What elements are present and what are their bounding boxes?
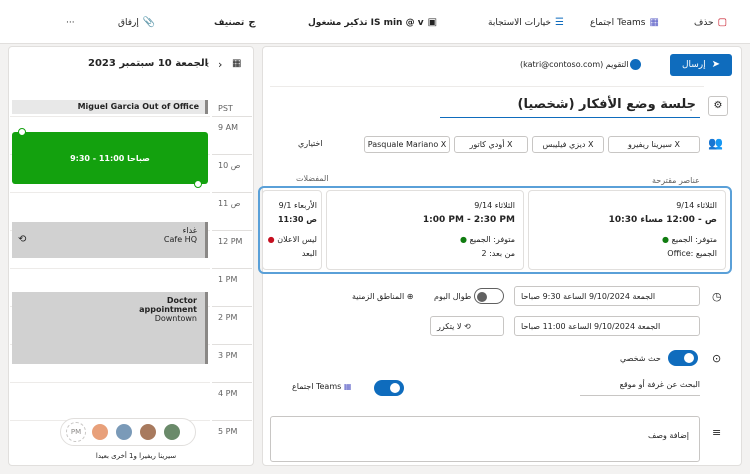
tag-icon: ج xyxy=(248,17,256,28)
paperclip-icon: 📎 xyxy=(142,17,156,28)
more-button[interactable]: ··· xyxy=(66,15,75,31)
reminder-button[interactable]: تذكير مشغول IS min @ v ▣ xyxy=(308,15,437,31)
clock-icon: ◷ xyxy=(712,290,722,303)
hour-label: 2 PM xyxy=(212,306,252,338)
avatar xyxy=(90,422,110,442)
repeat-icon: ⟲ xyxy=(18,234,27,245)
hour-label: 5 PM xyxy=(212,420,252,452)
room-search-input[interactable]: البحث عن غرفة أو موقع xyxy=(580,380,700,396)
in-person-label: حث شخصي xyxy=(620,354,661,363)
lunch-location: Cafe HQ xyxy=(163,235,197,244)
calendar-color-dot xyxy=(630,59,641,70)
in-person-toggle[interactable] xyxy=(668,350,698,366)
doctor-event[interactable]: Doctor appointment Downtown xyxy=(12,292,208,364)
description-icon: ≡ xyxy=(712,426,722,439)
location-icon: ⊙ xyxy=(712,352,722,365)
hour-label: 4 PM xyxy=(212,382,252,414)
resize-handle-top[interactable] xyxy=(18,128,26,136)
delete-button[interactable]: حذف ▢ xyxy=(694,15,727,31)
calendar-grid-icon[interactable]: ▦ xyxy=(232,58,241,69)
all-day-event[interactable]: Miguel Garcia Out of Office xyxy=(12,100,208,114)
avatar xyxy=(162,422,182,442)
hour-label: 9 AM xyxy=(212,116,252,148)
teams-icon: ▦ xyxy=(649,17,659,28)
current-event-time: 9:30 - 11:00 صباحا xyxy=(70,153,150,163)
attendees-footer: سيرينا ريفيرا و1 أخرى بعيدا xyxy=(95,452,177,460)
trash-icon: ▢ xyxy=(717,17,728,28)
optional-attendees-button[interactable]: اختياري xyxy=(298,139,323,148)
next-day-button[interactable]: › xyxy=(218,58,222,71)
start-date-field[interactable]: الجمعة 9/10/2024 الساعة 9:30 صباحا xyxy=(514,286,700,306)
bell-icon: ▣ xyxy=(427,17,438,28)
suggestion-card-2[interactable]: الثلاثاء 9/14 1:00 PM - 2:30 PM ● متوفر:… xyxy=(326,190,524,270)
attendee-chip[interactable]: أودي كاتور X xyxy=(454,136,528,153)
hour-label: 10 ص xyxy=(212,154,252,186)
avatar-placeholder: PM xyxy=(66,422,86,442)
suggestion-card-3[interactable]: الأربعاء 9/1 11:30 ص ● ليس الاعلان البعد xyxy=(262,190,322,270)
category-button[interactable]: تصنيف ج xyxy=(214,15,256,31)
avatar xyxy=(138,422,158,442)
favorites-tab[interactable]: المفضلات xyxy=(296,174,329,183)
hour-label: 12 PM xyxy=(212,230,252,262)
repeat-select[interactable]: لا يتكرر ⟲ xyxy=(430,316,504,336)
teams-meeting-label: اجتماع Teams ▦ xyxy=(292,382,352,391)
teams-meeting-toolbar-button[interactable]: اجتماع Teams ▦ xyxy=(590,15,659,31)
top-toolbar: ··· إرفاق 📎 تصنيف ج تذكير مشغول IS min @ v… xyxy=(0,0,750,44)
attendee-chip[interactable]: ديزي فيليبس X xyxy=(532,136,604,153)
hour-label: 3 PM xyxy=(212,344,252,376)
response-options-button[interactable]: خيارات الاستجابة ☰ xyxy=(488,15,564,31)
calendar-account-selector[interactable]: (katri@contoso.com) التقويم xyxy=(520,60,629,69)
sliders-icon: ☰ xyxy=(554,17,564,28)
calendar-label: التقويم xyxy=(605,60,629,69)
doctor-title: Doctor appointment xyxy=(139,296,197,314)
attach-button[interactable]: إرفاق 📎 xyxy=(118,15,155,31)
hour-label: 11 ص xyxy=(212,192,252,224)
timezones-button[interactable]: المناطق الزمنية ⊕ xyxy=(352,292,413,301)
send-button[interactable]: إرسال ➤ xyxy=(670,54,732,76)
attendee-chip[interactable]: سيرينا ريفيرو X xyxy=(608,136,700,153)
all-day-toggle[interactable] xyxy=(474,288,504,304)
account-email: (katri@contoso.com) xyxy=(520,60,604,69)
lunch-event[interactable]: غداء Cafe HQ ⟲ xyxy=(12,222,208,258)
doctor-location: Downtown xyxy=(154,314,197,323)
description-input[interactable]: إضافة وصف xyxy=(270,416,700,462)
prev-day-button[interactable]: ‹ xyxy=(205,58,209,71)
current-event-block[interactable]: 9:30 - 11:00 صباحا xyxy=(12,132,208,184)
teams-meeting-toggle[interactable] xyxy=(374,380,404,396)
avatar xyxy=(114,422,134,442)
all-day-label: طوال اليوم xyxy=(434,292,472,301)
suggested-tab[interactable]: عناصر مقترحة xyxy=(652,176,700,185)
attendee-chip[interactable]: Pasquale Mariano X xyxy=(364,136,450,153)
calendar-date-title[interactable]: الجمعة 10 سبتمبر 2023 xyxy=(88,58,208,69)
suggestion-card-1[interactable]: الثلاثاء 9/14 10:30 ص - 12:00 مساء ● متو… xyxy=(528,190,726,270)
lunch-title: غداء xyxy=(182,226,197,235)
add-icon-button[interactable]: ⚙ xyxy=(708,96,728,116)
send-label: إرسال xyxy=(681,60,706,70)
send-icon: ➤ xyxy=(711,59,721,70)
resize-handle-bottom[interactable] xyxy=(194,180,202,188)
timezone-label: PST xyxy=(218,104,233,113)
event-title-input[interactable]: جلسة وضع الأفكار (شخصيا) xyxy=(440,94,700,118)
people-icon: 👥 xyxy=(708,136,723,150)
hour-label: 1 PM xyxy=(212,268,252,300)
end-date-field[interactable]: الجمعة 9/10/2024 الساعة 11:00 صباحا xyxy=(514,316,700,336)
